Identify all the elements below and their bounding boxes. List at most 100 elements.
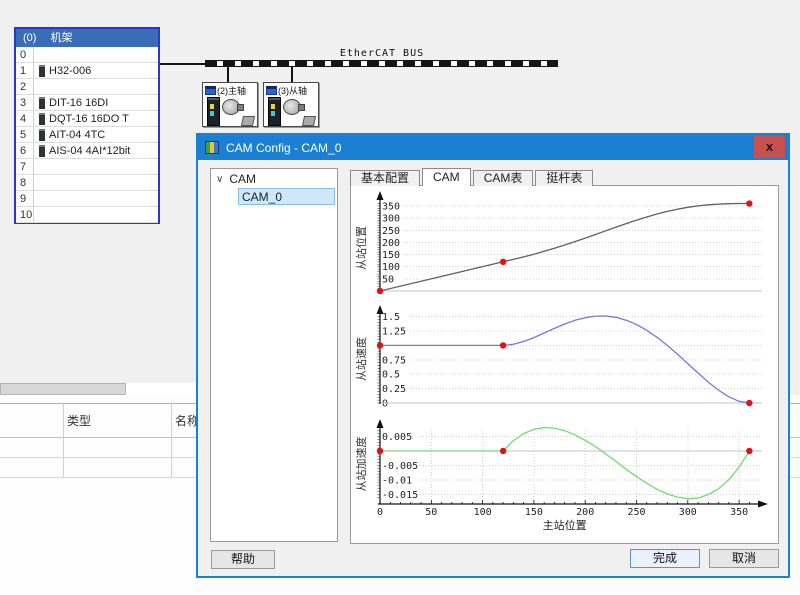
- tree-node-cam0-selected[interactable]: CAM_0: [238, 188, 335, 205]
- rack-slot-row[interactable]: 9: [16, 191, 158, 207]
- close-button[interactable]: x: [754, 136, 785, 158]
- slot-number: 3: [16, 95, 34, 110]
- rack-slot-row[interactable]: 4 DQT-16 16DO T: [16, 111, 158, 127]
- rack-slot-row[interactable]: 5 AIT-04 4TC: [16, 127, 158, 143]
- app-icon: [205, 141, 219, 154]
- slot-module: AIS-04 4AI*12bit: [34, 145, 130, 157]
- tab[interactable]: CAM表: [473, 170, 534, 186]
- finish-button[interactable]: 完成: [630, 549, 700, 568]
- svg-text:1.5: 1.5: [382, 312, 400, 323]
- horizontal-scrollbar[interactable]: [0, 383, 126, 395]
- position-chart[interactable]: 50100150200250300350从站位置: [356, 190, 776, 302]
- chevron-down-icon[interactable]: ∨: [216, 174, 223, 185]
- svg-text:200: 200: [382, 238, 400, 249]
- servo-drive-icon: [268, 97, 281, 126]
- module-icon: [39, 97, 45, 109]
- coupling-icon: [241, 116, 255, 126]
- servo-drive-icon: [207, 97, 220, 126]
- rack-slot-list: 0 1 H32-006 2 3: [16, 47, 158, 223]
- slot-module: AIT-04 4TC: [34, 129, 105, 141]
- tree-root-label: CAM: [229, 172, 256, 186]
- svg-text:250: 250: [627, 507, 645, 518]
- svg-text:从站速度: 从站速度: [356, 337, 368, 381]
- svg-text:0.75: 0.75: [382, 355, 406, 366]
- cam-tree-panel: ∨ CAM CAM_0: [210, 168, 338, 542]
- device-header: (3)从轴: [266, 84, 316, 96]
- dialog-titlebar[interactable]: CAM Config - CAM_0: [198, 135, 788, 160]
- tree-node-cam[interactable]: ∨ CAM: [211, 169, 337, 187]
- svg-text:-0.005: -0.005: [382, 461, 418, 472]
- slot-number: 10: [16, 207, 34, 222]
- slot-module: DIT-16 16DI: [34, 97, 108, 109]
- motor-icon: [222, 99, 240, 115]
- svg-text:350: 350: [730, 507, 748, 518]
- rack-slot-row[interactable]: 7: [16, 159, 158, 175]
- device-list: (2)主轴 (3)从轴: [202, 82, 319, 127]
- cancel-button[interactable]: 取消: [709, 549, 779, 568]
- rack-slot-row[interactable]: 2: [16, 79, 158, 95]
- rack-header: (0) 机架: [16, 29, 158, 47]
- device-label: (3)从轴: [278, 84, 307, 97]
- motor-icon: [283, 99, 301, 115]
- svg-text:-0.015: -0.015: [382, 490, 418, 501]
- slot-number: 9: [16, 191, 34, 206]
- rack-title: 机架: [50, 29, 72, 47]
- tab[interactable]: 挺杆表: [535, 170, 593, 186]
- column-divider: [171, 403, 172, 477]
- module-icon: [39, 65, 45, 77]
- ethercat-device[interactable]: (2)主轴: [202, 82, 258, 127]
- slot-number: 6: [16, 143, 34, 158]
- dialog-title: CAM Config - CAM_0: [226, 141, 341, 155]
- module-label: H32-006: [49, 65, 91, 77]
- module-icon: [39, 129, 45, 141]
- slot-number: 5: [16, 127, 34, 142]
- svg-text:0: 0: [377, 507, 383, 518]
- svg-text:0.005: 0.005: [382, 432, 412, 443]
- svg-text:250: 250: [382, 226, 400, 237]
- ethercat-bus-line: [205, 60, 558, 67]
- ethercat-device[interactable]: (3)从轴: [263, 82, 319, 127]
- svg-text:从站位置: 从站位置: [356, 226, 368, 270]
- bus-drop-line: [291, 67, 293, 83]
- help-button[interactable]: 帮助: [211, 550, 275, 569]
- velocity-chart[interactable]: 00.250.50.751.251.5从站速度: [356, 304, 776, 416]
- svg-text:0.5: 0.5: [382, 370, 400, 381]
- svg-text:50: 50: [382, 274, 394, 285]
- module-label: AIS-04 4AI*12bit: [49, 145, 130, 157]
- tab[interactable]: 基本配置: [350, 170, 420, 186]
- module-label: AIT-04 4TC: [49, 129, 105, 141]
- bus-drop-line: [227, 67, 229, 83]
- rack-slot-row[interactable]: 8: [16, 175, 158, 191]
- svg-text:0.25: 0.25: [382, 384, 406, 395]
- rack-slot-row[interactable]: 1 H32-006: [16, 63, 158, 79]
- rack-index: (0): [23, 29, 36, 47]
- coupling-icon: [302, 116, 316, 126]
- svg-text:300: 300: [382, 214, 400, 225]
- tab[interactable]: CAM: [422, 168, 471, 186]
- svg-text:0: 0: [382, 399, 388, 410]
- module-icon: [39, 113, 45, 125]
- rack-slot-row[interactable]: 6 AIS-04 4AI*12bit: [16, 143, 158, 159]
- column-divider: [63, 403, 64, 477]
- acceleration-chart[interactable]: 0.005-0.005-0.01-0.015050100150200250300…: [356, 418, 776, 540]
- rack-bus-connector: [160, 63, 207, 65]
- device-header: (2)主轴: [205, 84, 255, 96]
- slot-number: 8: [16, 175, 34, 190]
- device-icon: [205, 86, 216, 95]
- rack-slot-row[interactable]: 0: [16, 47, 158, 63]
- svg-text:200: 200: [576, 507, 594, 518]
- slot-number: 1: [16, 63, 34, 78]
- bg-table-header-type: 类型: [67, 412, 91, 429]
- module-label: DQT-16 16DO T: [49, 113, 129, 125]
- rack-slot-row[interactable]: 3 DIT-16 16DI: [16, 95, 158, 111]
- device-graphic: [205, 96, 255, 126]
- svg-text:150: 150: [525, 507, 543, 518]
- slot-number: 7: [16, 159, 34, 174]
- rack-panel: (0) 机架 0 1 H32-006 2: [14, 27, 160, 224]
- svg-text:50: 50: [425, 507, 437, 518]
- device-label: (2)主轴: [217, 84, 246, 97]
- rack-slot-row[interactable]: 10: [16, 207, 158, 223]
- ethercat-bus-label: EtherCAT BUS: [332, 48, 432, 59]
- tab-bar: 基本配置CAMCAM表挺杆表: [350, 168, 595, 186]
- svg-text:主站位置: 主站位置: [543, 518, 587, 532]
